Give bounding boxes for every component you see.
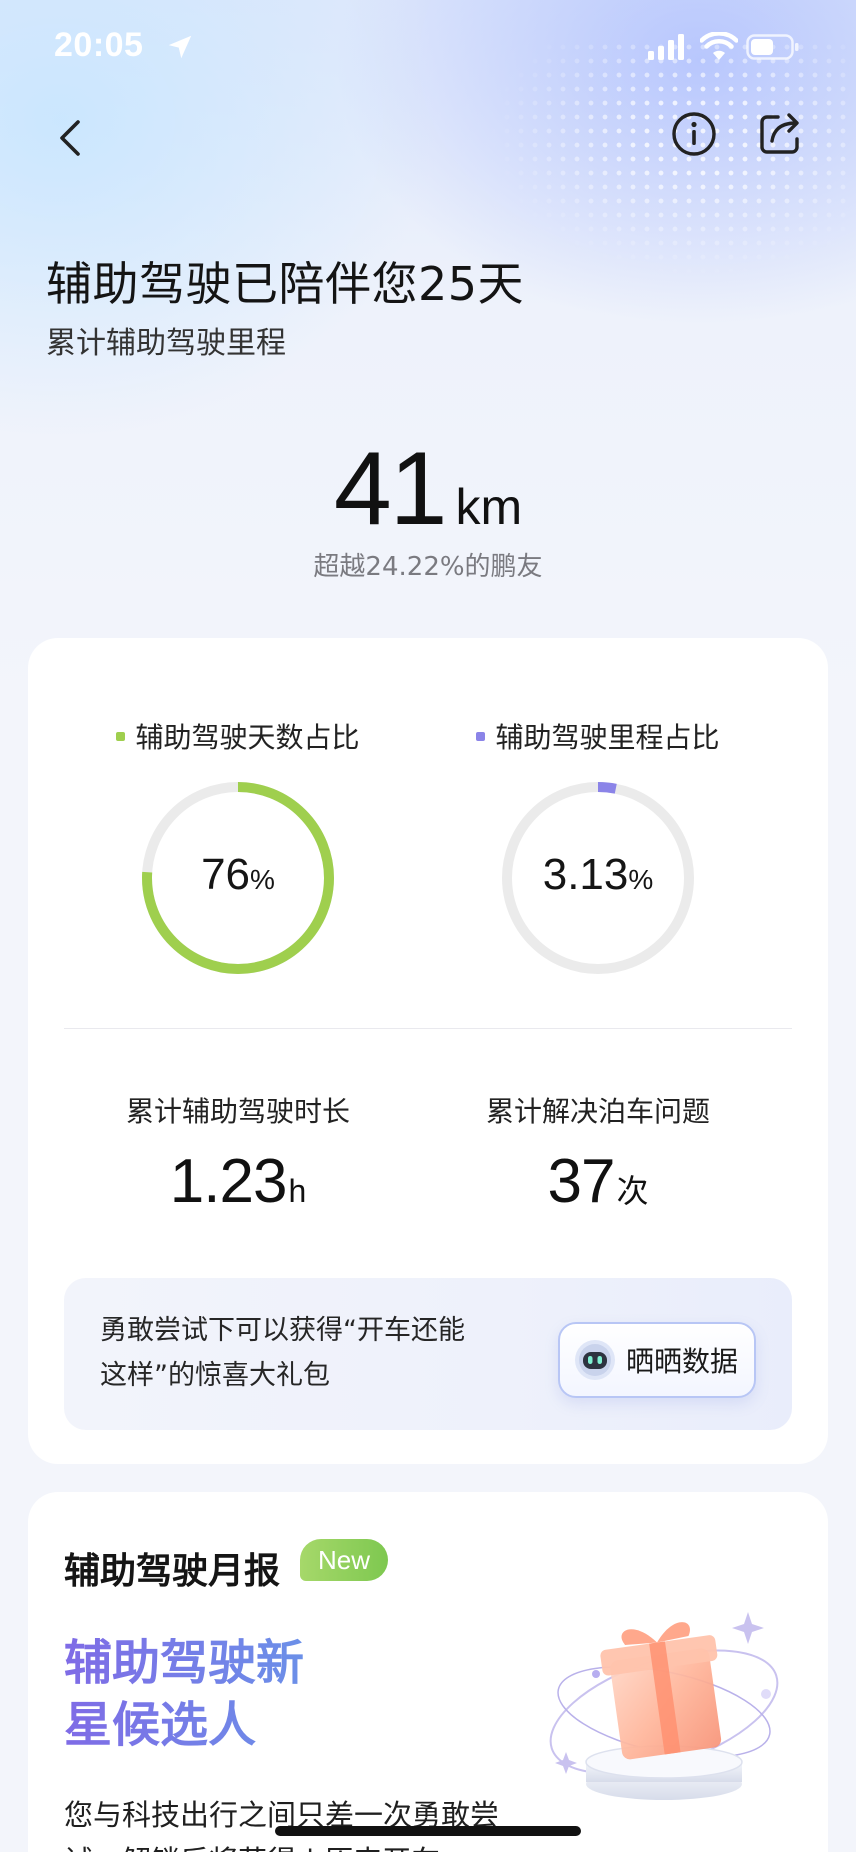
ring-mileage-legend-dot — [476, 731, 486, 741]
back-arrow-icon[interactable] — [48, 112, 96, 164]
mileage-rank-text: 超越24.22%的鹏友 — [313, 552, 543, 582]
stat-parking-value: 37 — [547, 1147, 616, 1216]
stat-duration: 累计辅助驾驶时长 1.23h — [68, 1090, 408, 1217]
stat-duration-label: 累计辅助驾驶时长 — [125, 1095, 350, 1128]
mileage-total: 41 km — [0, 430, 856, 549]
ring-mileage: 辅助驾驶里程占比 3.13% — [428, 716, 768, 978]
monthly-report-card[interactable]: 辅助驾驶月报 New 辅助驾驶新 星候选人 您与科技出行之间只差一次勇敢尝试，解… — [28, 1492, 828, 1852]
monthly-headline-line1: 辅助驾驶新 — [64, 1635, 305, 1691]
mileage-value: 41 — [333, 431, 448, 547]
promo-banner: 勇敢尝试下可以获得“开车还能这样”的惊喜大礼包 晒晒数据 — [64, 1278, 792, 1430]
ring-days-legend-dot — [116, 731, 126, 741]
ring-mileage-value: 3.13 — [542, 850, 629, 899]
robot-icon — [575, 1340, 615, 1380]
battery-icon — [746, 34, 799, 60]
monthly-description: 您与科技出行之间只差一次勇敢尝试，解锁后将获得 | 原来开车 — [64, 1798, 500, 1852]
share-icon[interactable] — [754, 106, 808, 160]
page-title: 辅助驾驶已陪伴您25天 — [46, 257, 525, 311]
ring-mileage-label: 辅助驾驶里程占比 — [495, 721, 720, 754]
monthly-headline: 辅助驾驶新 星候选人 — [64, 1632, 444, 1756]
mileage-unit: km — [455, 479, 523, 535]
share-data-button[interactable]: 晒晒数据 — [558, 1322, 756, 1398]
gift-box-illustration — [549, 1612, 779, 1800]
share-data-button-label: 晒晒数据 — [626, 1345, 739, 1378]
ring-days-label: 辅助驾驶天数占比 — [135, 721, 360, 754]
home-indicator[interactable] — [275, 1826, 581, 1836]
stat-duration-unit: h — [288, 1173, 307, 1209]
status-time: 20:05 — [54, 26, 144, 64]
cellular-signal-icon — [648, 34, 684, 60]
stat-parking-unit: 次 — [616, 1173, 649, 1209]
stats-card: 辅助驾驶天数占比 76% 辅助驾驶里程占比 3.13% 累计辅助驾驶时长 1.2… — [28, 638, 828, 1464]
page-subtitle: 累计辅助驾驶里程 — [46, 326, 286, 361]
wifi-icon — [700, 32, 738, 60]
info-icon[interactable] — [668, 108, 720, 160]
location-arrow-icon — [168, 35, 192, 59]
stat-parking-label: 累计解决泊车问题 — [485, 1095, 710, 1128]
ring-days: 辅助驾驶天数占比 76% — [68, 716, 408, 978]
status-bar: 20:05 — [0, 0, 856, 96]
monthly-report-title: 辅助驾驶月报 — [64, 1551, 281, 1592]
monthly-headline-line2: 星候选人 — [64, 1697, 257, 1753]
stat-parking: 累计解决泊车问题 37次 — [428, 1090, 768, 1217]
card-divider — [64, 1028, 792, 1029]
ring-days-value: 76 — [201, 850, 251, 899]
ring-mileage-unit: % — [628, 864, 654, 895]
ring-days-unit: % — [250, 864, 275, 895]
new-badge: New — [300, 1539, 389, 1581]
stat-duration-value: 1.23 — [169, 1147, 288, 1216]
promo-text: 勇敢尝试下可以获得“开车还能这样”的惊喜大礼包 — [100, 1315, 465, 1391]
